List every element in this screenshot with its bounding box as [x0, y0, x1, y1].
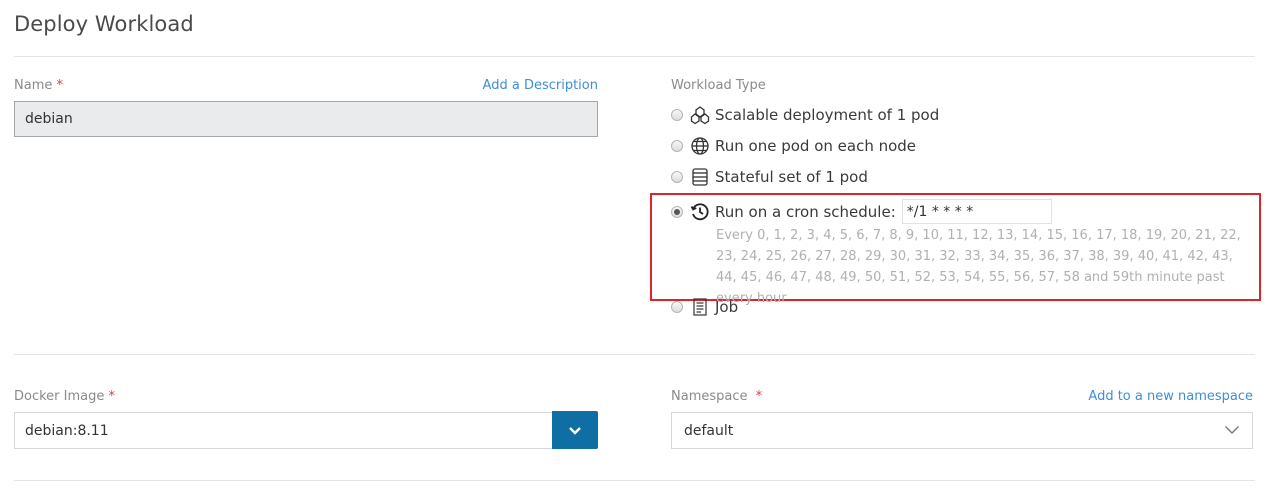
docker-image-label-text: Docker Image [14, 389, 105, 404]
namespace-label: Namespace * [671, 389, 762, 404]
radio-button[interactable] [671, 140, 683, 152]
document-icon [690, 297, 710, 317]
workload-option-deployment[interactable]: Scalable deployment of 1 pod [671, 105, 939, 125]
name-label: Name * [14, 78, 63, 93]
docker-image-dropdown-button[interactable] [552, 411, 598, 449]
required-mark: * [56, 78, 64, 93]
workload-option-job[interactable]: Job [671, 297, 738, 317]
workload-option-label: Stateful set of 1 pod [715, 168, 868, 186]
workload-option-label: Run on a cron schedule: [715, 202, 896, 221]
workload-option-cronjob[interactable]: Run on a cron schedule: */1 * * * * [671, 199, 1052, 224]
namespace-label-text: Namespace [671, 389, 748, 404]
radio-button[interactable] [671, 301, 683, 313]
namespace-value: default [684, 422, 734, 439]
divider [14, 480, 1255, 481]
radio-button[interactable] [671, 109, 683, 121]
name-input[interactable]: debian [14, 101, 598, 137]
globe-icon [690, 136, 710, 156]
page-title: Deploy Workload [14, 12, 194, 36]
workload-option-statefulset[interactable]: Stateful set of 1 pod [671, 167, 868, 187]
chevron-down-icon [1224, 423, 1240, 439]
cron-description: Every 0, 1, 2, 3, 4, 5, 6, 7, 8, 9, 10, … [716, 228, 1241, 306]
radio-button[interactable] [671, 171, 683, 183]
workload-option-label: Job [715, 298, 739, 316]
docker-image-input[interactable]: debian:8.11 [14, 412, 554, 449]
divider [14, 354, 1255, 355]
required-mark: * [755, 389, 763, 404]
radio-button-selected[interactable] [671, 205, 683, 218]
add-namespace-link[interactable]: Add to a new namespace [1088, 389, 1253, 404]
add-description-link[interactable]: Add a Description [483, 78, 598, 93]
workload-option-label: Scalable deployment of 1 pod [715, 106, 940, 124]
name-label-text: Name [14, 78, 53, 93]
clock-history-icon [690, 202, 710, 222]
workload-option-label: Run one pod on each node [715, 137, 917, 155]
docker-image-label: Docker Image * [14, 389, 115, 404]
cluster-icon [690, 105, 710, 125]
namespace-select[interactable]: default [671, 412, 1253, 449]
database-icon [690, 167, 710, 187]
divider [14, 56, 1255, 57]
required-mark: * [108, 389, 116, 404]
workload-option-daemonset[interactable]: Run one pod on each node [671, 136, 916, 156]
chevron-down-icon [568, 421, 582, 440]
workload-type-label: Workload Type [671, 78, 766, 93]
cron-schedule-input[interactable]: */1 * * * * [901, 199, 1052, 224]
